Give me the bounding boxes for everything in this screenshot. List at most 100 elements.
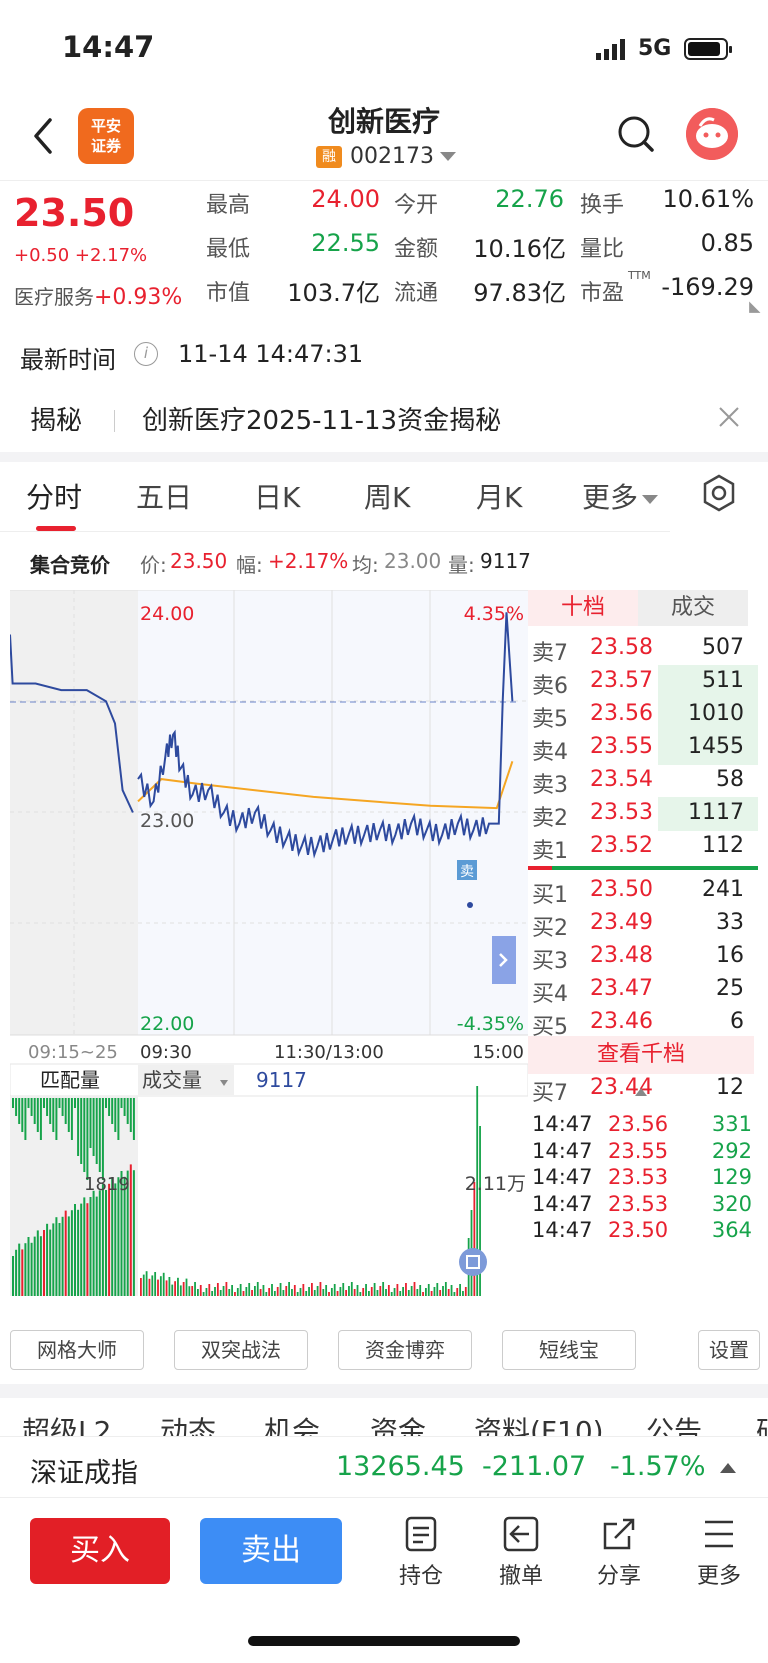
amount-value: 10.16亿 [473, 235, 566, 263]
bids-row[interactable]: 买2 23.49 33 [528, 907, 758, 941]
bids-row[interactable]: 买5 23.46 6 [528, 1006, 758, 1040]
subtab-funds[interactable]: 资金 [370, 1410, 426, 1438]
view-full-depth-button[interactable]: 查看千档 [528, 1036, 754, 1074]
chevron-up-icon[interactable] [720, 1463, 736, 1473]
volume-bar [222, 1286, 225, 1296]
match-volume-bar [95, 1098, 98, 1164]
reveal-text[interactable]: 创新医疗2025-11-13资金揭秘 [142, 400, 501, 437]
tool-short-term[interactable]: 短线宝 [502, 1330, 636, 1370]
more-button[interactable]: 更多 [684, 1514, 754, 1590]
volume-bar [185, 1278, 188, 1296]
asks-volume: 58 [716, 767, 744, 792]
info-subtabs: 超级L2 动态 机会 资金 资料(F10) 公告 研 [0, 1404, 768, 1438]
asks-row[interactable]: 卖1 23.52 112 [528, 830, 758, 864]
tool-grid-master[interactable]: 网格大师 [10, 1330, 144, 1370]
buy-button[interactable]: 买入 [30, 1518, 170, 1584]
volume-bar [359, 1292, 362, 1296]
bids-row[interactable]: 买1 23.50 241 [528, 874, 758, 908]
holdings-label: 持仓 [398, 1564, 443, 1589]
subtab-announcements[interactable]: 公告 [646, 1410, 702, 1438]
refresh-icon[interactable] [459, 1248, 487, 1276]
reveal-banner[interactable]: 揭秘 创新医疗2025-11-13资金揭秘 [0, 386, 768, 448]
volume-bar [313, 1290, 316, 1296]
pe-value: -169.29 [661, 273, 754, 301]
volume-bar [385, 1289, 387, 1296]
gear-icon[interactable] [700, 474, 738, 512]
trade-price: 23.53 [608, 1165, 669, 1189]
volume-bar [373, 1283, 376, 1296]
bids-row[interactable]: 买4 23.47 25 [528, 973, 758, 1007]
asks-row[interactable]: 卖6 23.57 511 [528, 665, 758, 699]
volume-bar [453, 1292, 456, 1296]
holdings-button[interactable]: 持仓 [386, 1514, 456, 1590]
update-label: 最新时间 [20, 346, 116, 374]
trade-row: 14:47 23.55 292 [528, 1139, 758, 1167]
subtab-opportunity[interactable]: 机会 [264, 1410, 320, 1438]
asks-volume: 1117 [688, 800, 744, 825]
auction-range: +2.17% [268, 549, 349, 573]
volume-bar [171, 1284, 174, 1296]
asks-row[interactable]: 卖4 23.55 1455 [528, 731, 758, 765]
asks-price: 23.58 [590, 635, 653, 660]
close-icon[interactable] [716, 404, 742, 430]
volume-bar [36, 1230, 39, 1296]
trade-volume: 320 [711, 1191, 752, 1216]
margin-badge: 融 [316, 145, 342, 168]
tab-five-day[interactable]: 五日 [136, 476, 192, 516]
volume-bar [322, 1289, 325, 1296]
broker-logo[interactable]: 平安 证券 [78, 108, 134, 164]
bids-level: 买7 [532, 1081, 568, 1106]
volume-bar [174, 1281, 176, 1296]
tab-order-levels[interactable]: 十档 [528, 590, 638, 626]
bids-row[interactable]: 买3 23.48 16 [528, 940, 758, 974]
trade-row: 14:47 23.53 320 [528, 1192, 758, 1220]
stock-code-selector[interactable]: 融 002173 [316, 144, 456, 169]
match-volume-bar [114, 1098, 117, 1132]
cancel-order-button[interactable]: 撤单 [486, 1514, 556, 1590]
tab-intraday[interactable]: 分时 [26, 476, 82, 516]
tab-monthly-k[interactable]: 月K [476, 476, 522, 516]
tool-fund-game[interactable]: 资金博弈 [338, 1330, 472, 1370]
tool-double-break[interactable]: 双突战法 [174, 1330, 308, 1370]
volume-selector-label: 成交量 [142, 1068, 202, 1092]
subtab-level2[interactable]: 超级L2 [22, 1410, 111, 1438]
volume-bar [450, 1285, 453, 1296]
update-row: 最新时间 i 11-14 14:47:31 [0, 330, 768, 380]
tab-daily-k[interactable]: 日K [254, 476, 300, 516]
float-value: 97.83亿 [473, 279, 566, 307]
tool-settings[interactable]: 设置 [698, 1330, 760, 1370]
tab-trade-details[interactable]: 成交 [638, 590, 748, 626]
tab-weekly-k[interactable]: 周K [364, 476, 410, 516]
volume-bar [205, 1288, 208, 1296]
chart-tabs: 分时 五日 日K 周K 月K 更多 [0, 462, 670, 532]
asks-row[interactable]: 卖2 23.53 1117 [528, 797, 758, 831]
asks-row[interactable]: 卖5 23.56 1010 [528, 698, 758, 732]
volume-bar [356, 1285, 359, 1296]
subtab-profile[interactable]: 资料(F10) [474, 1410, 604, 1438]
info-icon[interactable]: i [134, 342, 158, 366]
subtab-news[interactable]: 动态 [160, 1410, 216, 1438]
back-icon[interactable] [28, 114, 60, 158]
asks-row[interactable]: 卖7 23.58 507 [528, 632, 758, 666]
index-ticker[interactable]: 深证成指 13265.45 -211.07 -1.57% [0, 1436, 768, 1498]
sector-link[interactable]: 医疗服务+0.93% [14, 281, 182, 310]
expand-panel-button[interactable] [492, 936, 516, 984]
volume-bar [80, 1203, 83, 1296]
asks-row[interactable]: 卖3 23.54 58 [528, 764, 758, 798]
volume-bar [459, 1284, 461, 1296]
subtab-research[interactable]: 研 [756, 1410, 768, 1438]
search-icon[interactable] [616, 112, 656, 156]
y-label-mid: 23.00 [140, 810, 194, 832]
intraday-chart[interactable]: 24.00 23.00 22.00 4.35% -4.35% 卖 09:15~2… [10, 590, 528, 1320]
share-button[interactable]: 分享 [584, 1514, 654, 1590]
match-volume-bar [98, 1098, 101, 1172]
chevron-up-icon[interactable] [635, 1088, 647, 1096]
match-volume-bar [52, 1098, 55, 1132]
spread-divider [528, 866, 758, 870]
assistant-avatar-icon[interactable] [686, 108, 738, 160]
match-volume-bar [39, 1098, 42, 1140]
volume-bar [208, 1284, 211, 1296]
sell-button[interactable]: 卖出 [200, 1518, 342, 1584]
tab-more[interactable]: 更多 [582, 476, 659, 516]
volume-bar [219, 1290, 222, 1296]
